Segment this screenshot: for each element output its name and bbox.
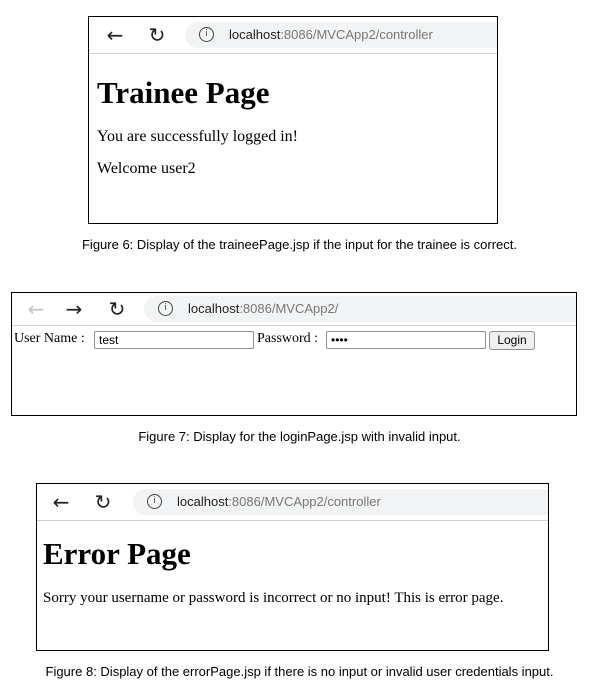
welcome-text: Welcome user2 <box>97 160 196 177</box>
trainee-page-browser-window: ← ↻ i localhost:8086/MVCApp2/controller … <box>88 16 498 224</box>
back-arrow-icon[interactable]: ← <box>103 17 127 53</box>
address-bar[interactable]: i localhost:8086/MVCApp2/ <box>144 296 576 322</box>
page-heading: Error Page <box>43 536 191 571</box>
forward-arrow-icon[interactable]: → <box>62 293 86 325</box>
address-bar[interactable]: i localhost:8086/MVCApp2/controller <box>133 489 548 515</box>
figure-8-caption: Figure 8: Display of the errorPage.jsp i… <box>45 664 554 679</box>
figure-6-caption: Figure 6: Display of the traineePage.jsp… <box>81 237 517 252</box>
login-success-text: You are successfully logged in! <box>97 128 299 145</box>
figure-7-caption: Figure 7: Display for the loginPage.jsp … <box>138 429 461 444</box>
back-arrow-icon[interactable]: ← <box>49 484 73 520</box>
site-info-icon[interactable]: i <box>199 27 214 42</box>
reload-icon[interactable]: ↻ <box>105 293 129 325</box>
error-page-browser-window: ← ↻ i localhost:8086/MVCApp2/controller … <box>36 483 549 651</box>
reload-icon[interactable]: ↻ <box>145 17 169 53</box>
error-message-text: Sorry your username or password is incor… <box>43 590 504 606</box>
address-bar[interactable]: i localhost:8086/MVCApp2/controller <box>185 22 497 48</box>
login-page-browser-window: ← → ↻ i localhost:8086/MVCApp2/ User Nam… <box>11 292 577 416</box>
browser-toolbar: ← ↻ i localhost:8086/MVCApp2/controller <box>37 484 548 521</box>
browser-toolbar: ← ↻ i localhost:8086/MVCApp2/controller <box>89 17 497 54</box>
address-url: localhost:8086/MVCApp2/ <box>188 301 339 316</box>
login-button[interactable]: Login <box>489 331 535 350</box>
password-input[interactable]: •••• <box>326 331 486 349</box>
password-label: Password : <box>257 331 319 346</box>
browser-toolbar: ← → ↻ i localhost:8086/MVCApp2/ <box>12 293 576 326</box>
page-heading: Trainee Page <box>97 75 270 110</box>
username-input[interactable]: test <box>94 331 254 349</box>
address-url: localhost:8086/MVCApp2/controller <box>177 494 381 509</box>
back-arrow-icon[interactable]: ← <box>24 293 48 325</box>
address-url: localhost:8086/MVCApp2/controller <box>229 27 433 42</box>
username-label: User Name : <box>14 331 85 346</box>
reload-icon[interactable]: ↻ <box>91 484 115 520</box>
site-info-icon[interactable]: i <box>158 301 173 316</box>
site-info-icon[interactable]: i <box>147 494 162 509</box>
